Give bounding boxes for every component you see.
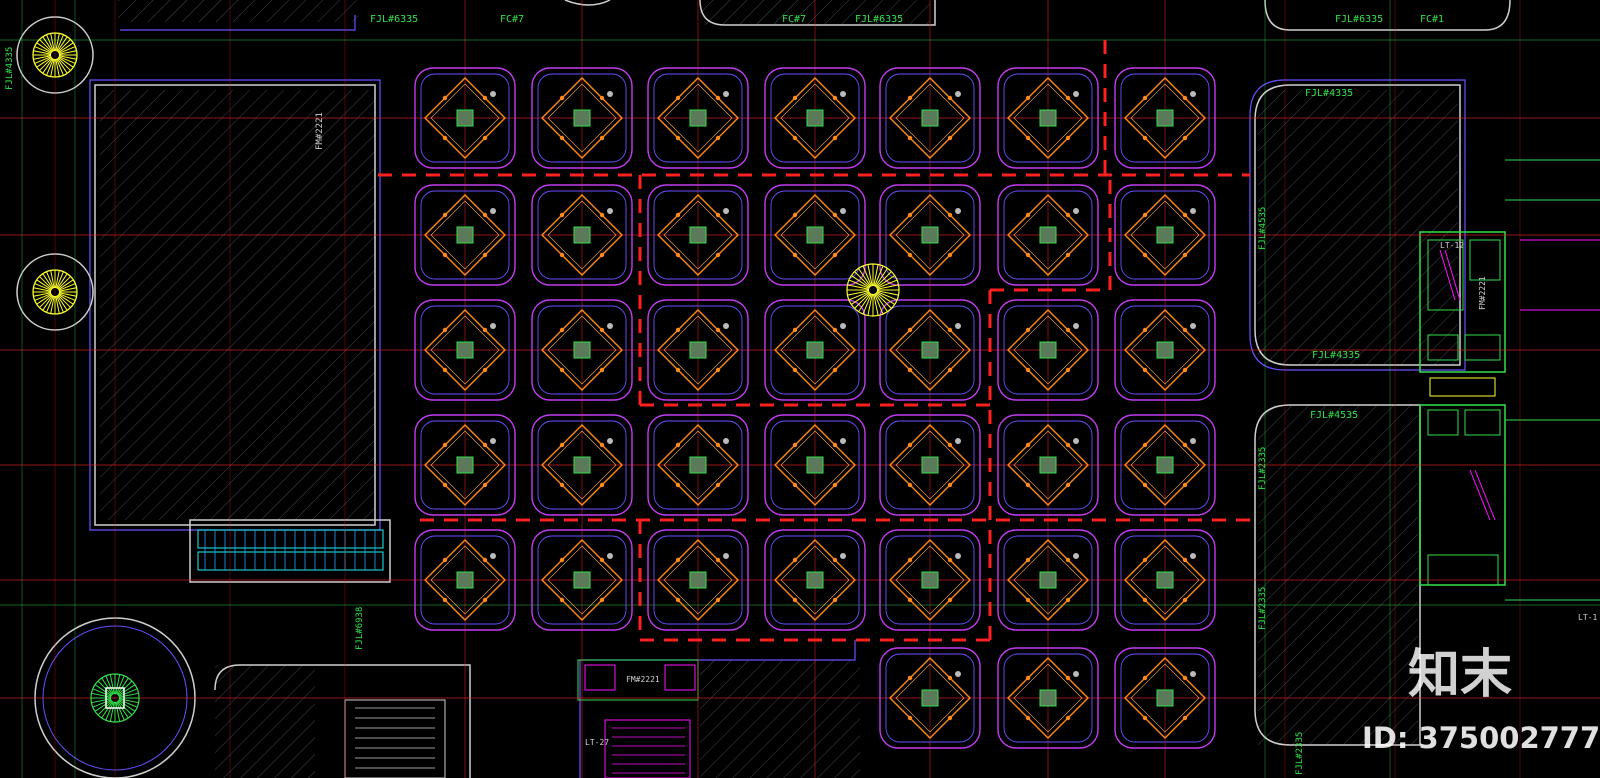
side-label-1: FJL#4335 [1305, 88, 1353, 99]
top-label-4: FC#7 [782, 14, 806, 25]
side-label-12: LT-12 [1440, 241, 1464, 250]
top-label-2: FC#7 [500, 14, 524, 25]
side-label-6: FJL#2335 [1258, 587, 1268, 630]
left-vertical-label: FJL#4335 [5, 47, 15, 90]
side-label-8: FJL#6938 [355, 607, 365, 650]
sunburst-symbol [846, 263, 900, 317]
escalator [189, 519, 391, 583]
top-label-5: FJL#6335 [1335, 14, 1383, 25]
top-label-6: FC#1 [1420, 14, 1444, 25]
side-label-2: FJL#4335 [1312, 350, 1360, 361]
top-label-1: FJL#6335 [370, 14, 418, 25]
side-label-14: LT-27 [585, 738, 609, 747]
side-label-13: LT-1 [1578, 613, 1597, 622]
side-label-5: FJL#2335 [1258, 447, 1268, 490]
watermark-id: ID: 375002777 [1362, 721, 1600, 755]
side-label-3: FJL#4535 [1310, 410, 1358, 421]
side-label-7: FJL#2335 [1295, 732, 1305, 775]
top-label-3: FJL#6335 [855, 14, 903, 25]
side-label-4: FJL#4535 [1258, 207, 1268, 250]
side-label-9: FM#2221 [315, 112, 325, 150]
side-label-10: FM#2221 [1478, 276, 1487, 310]
watermark-brand: 知末 [1408, 645, 1512, 705]
side-label-11: FM#2221 [626, 675, 660, 684]
cad-floor-plan: FJL#6335 FC#7 FJL#6335 FC#7 FJL#6335 FC#… [0, 0, 1600, 778]
